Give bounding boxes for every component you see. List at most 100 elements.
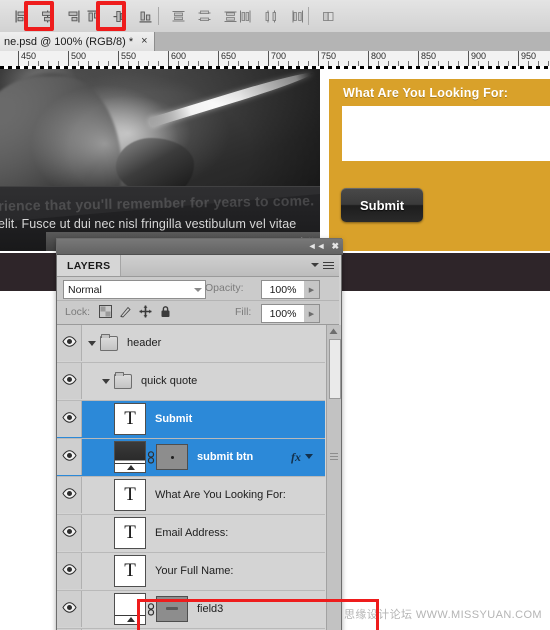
scroll-thumb[interactable] [329, 339, 341, 399]
layer-thumbnail-type[interactable]: T [114, 479, 146, 511]
layer-row[interactable]: T Submit [57, 401, 325, 439]
layer-name[interactable]: field3 [197, 603, 223, 615]
blend-mode-select[interactable]: Normal [63, 280, 206, 299]
fill-stepper[interactable]: ▶ [304, 304, 320, 323]
panel-menu-icon[interactable] [311, 260, 334, 271]
folder-icon [100, 333, 118, 351]
quote-textarea[interactable] [342, 106, 550, 161]
distribute-horizontal-group [232, 0, 310, 32]
layer-name[interactable]: What Are You Looking For: [155, 489, 286, 501]
chevron-down-icon [311, 263, 319, 268]
lock-position-icon[interactable] [139, 305, 152, 321]
ruler-tick-label: 750 [321, 51, 337, 61]
layer-row[interactable]: header [57, 325, 325, 363]
layer-row[interactable]: quick quote [57, 363, 325, 401]
layer-visibility-toggle[interactable] [57, 325, 82, 361]
layer-row-content: submit btn [82, 439, 325, 475]
opacity-stepper[interactable]: ▶ [304, 280, 320, 299]
distribute-top-edges-button[interactable] [166, 4, 190, 28]
close-icon[interactable]: ✖ [331, 242, 339, 251]
layer-list-scrollbar[interactable] [326, 325, 341, 630]
layer-mask-thumbnail[interactable] [156, 444, 188, 470]
link-icon[interactable] [146, 602, 156, 616]
ruler-tick-label: 800 [371, 51, 387, 61]
align-top-edges-button[interactable] [81, 4, 105, 28]
group-disclosure-triangle-icon[interactable] [100, 376, 111, 387]
link-icon[interactable] [146, 450, 156, 464]
chevron-down-icon[interactable] [305, 454, 313, 459]
eye-icon [61, 564, 77, 578]
layer-visibility-toggle[interactable] [57, 477, 82, 513]
layer-name[interactable]: Your Full Name: [155, 565, 233, 577]
layer-thumbnail-type[interactable]: T [114, 517, 146, 549]
fill-label: Fill: [235, 306, 252, 318]
layer-name[interactable]: submit btn [197, 451, 253, 463]
distribute-horizontal-centers-button[interactable] [259, 4, 283, 28]
layer-visibility-toggle[interactable] [57, 439, 82, 475]
collapse-icon[interactable]: ◄◄ [308, 242, 326, 251]
blend-mode-row: Normal Opacity: 100% ▶ [57, 277, 339, 301]
layer-visibility-toggle[interactable] [57, 401, 82, 437]
eye-icon [61, 412, 77, 426]
lock-transparent-pixels-icon[interactable] [99, 305, 112, 321]
divider [158, 7, 159, 25]
layer-row[interactable]: field3 [57, 591, 325, 629]
lock-row: Lock: Fill: 100% ▶ [57, 301, 339, 325]
ruler-tick-label: 650 [221, 51, 237, 61]
close-icon[interactable]: × [141, 36, 147, 47]
layer-effects-icon[interactable]: fx [291, 450, 301, 465]
layer-thumbnail[interactable] [114, 593, 146, 625]
quick-quote-panel: What Are You Looking For: Submit [325, 66, 550, 253]
folder-icon [114, 371, 132, 389]
ruler-tick-label: 600 [171, 51, 187, 61]
layer-row-content: T Submit [82, 401, 325, 437]
fill-input[interactable]: 100% [261, 304, 305, 323]
layer-visibility-toggle[interactable] [57, 515, 82, 551]
layer-list[interactable]: header quick quote T Submit submit btn fx T Wha… [57, 325, 339, 630]
ruler-tick-label: 900 [471, 51, 487, 61]
tab-layers[interactable]: LAYERS [57, 255, 122, 276]
scroll-up-icon[interactable] [329, 327, 338, 336]
layer-thumbnail-type[interactable]: T [114, 555, 146, 587]
hamburger-icon [323, 260, 334, 271]
layer-visibility-toggle[interactable] [57, 363, 82, 399]
align-vertical-centers-button[interactable] [107, 4, 131, 28]
layer-visibility-toggle[interactable] [57, 553, 82, 589]
eye-icon [61, 602, 77, 616]
align-left-edges-button[interactable] [9, 4, 33, 28]
layer-row[interactable]: T Your Full Name: [57, 553, 325, 591]
eye-icon [61, 526, 77, 540]
layer-row-content: header [82, 325, 325, 361]
opacity-input[interactable]: 100% [261, 280, 305, 299]
layer-row[interactable]: submit btn fx [57, 439, 325, 477]
layer-name[interactable]: Submit [155, 413, 192, 425]
panel-title-bar[interactable]: ◄◄ ✖ [57, 239, 343, 255]
lock-image-pixels-icon[interactable] [119, 305, 132, 321]
lock-all-icon[interactable] [159, 305, 172, 321]
layer-row[interactable]: T Email Address: [57, 515, 325, 553]
layer-row-content: quick quote [82, 363, 325, 399]
layer-name[interactable]: header [127, 337, 161, 349]
document-tab-bar: ne.psd @ 100% (RGB/8) * × [0, 32, 550, 52]
layer-thumbnail-type[interactable]: T [114, 403, 146, 435]
layer-row[interactable]: T What Are You Looking For: [57, 477, 325, 515]
group-disclosure-triangle-icon[interactable] [86, 338, 97, 349]
quote-left-divider [325, 66, 329, 253]
layer-name[interactable]: quick quote [141, 375, 197, 387]
distribute-vertical-centers-button[interactable] [192, 4, 216, 28]
quote-field-label: What Are You Looking For: [343, 86, 509, 100]
layer-thumbnail[interactable] [114, 441, 146, 473]
align-options-toolbar [0, 0, 550, 33]
document-tab[interactable]: ne.psd @ 100% (RGB/8) * × [0, 32, 155, 51]
distribute-left-edges-button[interactable] [233, 4, 257, 28]
align-horizontal-centers-button[interactable] [35, 4, 59, 28]
layer-name[interactable]: Email Address: [155, 527, 228, 539]
align-horizontal-group [8, 0, 86, 32]
ruler-tick-label: 700 [271, 51, 287, 61]
layer-visibility-toggle[interactable] [57, 591, 82, 627]
quote-submit-button[interactable]: Submit [341, 188, 423, 222]
auto-align-group [315, 0, 341, 32]
auto-align-layers-button[interactable] [316, 4, 340, 28]
layer-mask-thumbnail[interactable] [156, 596, 188, 622]
horizontal-ruler[interactable]: 450 500 550 600 650 700 750 800 850 900 950 [0, 51, 550, 67]
